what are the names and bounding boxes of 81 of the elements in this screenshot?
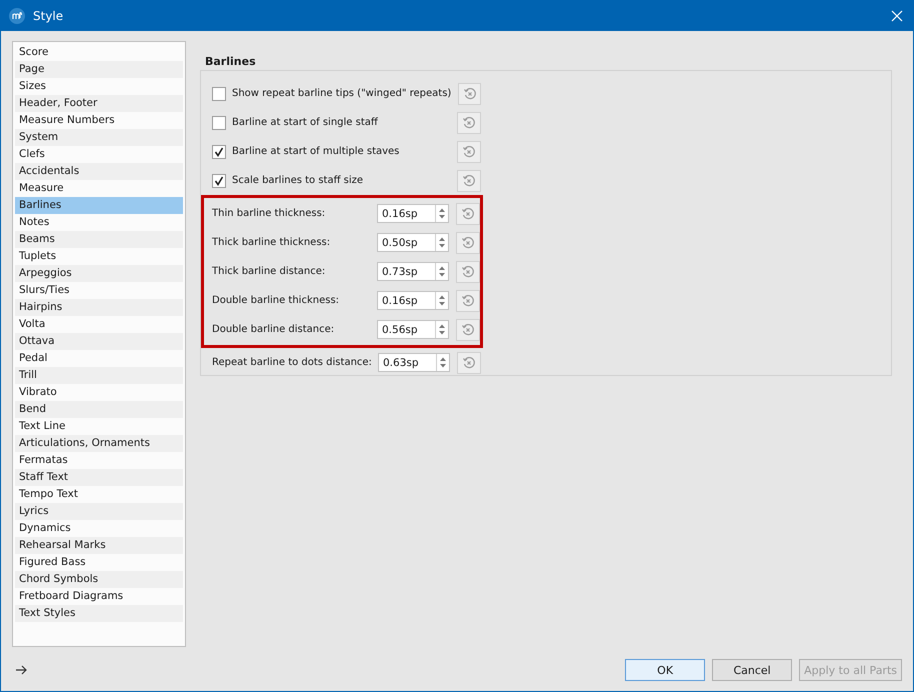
category-item[interactable]: Pedal [15,350,183,367]
spin-box[interactable]: 0.16sp [377,204,449,223]
reset-icon [461,236,475,250]
category-item[interactable]: Beams [15,231,183,248]
reset-button[interactable] [456,232,480,254]
checkbox-label: Barline at start of multiple staves [232,146,400,157]
category-item[interactable]: Figured Bass [15,554,183,571]
reset-button[interactable] [457,112,481,134]
category-item[interactable]: Text Styles [15,605,183,622]
checkbox[interactable] [212,86,226,100]
category-item[interactable]: Volta [15,316,183,333]
category-item[interactable]: Tuplets [15,248,183,265]
category-item[interactable]: Tempo Text [15,486,183,503]
reset-icon [461,206,475,220]
reset-button[interactable] [457,140,481,162]
setting-label: Repeat barline to dots distance: [212,357,373,368]
spin-box[interactable]: 0.50sp [377,233,449,252]
category-item[interactable]: Slurs/Ties [15,282,183,299]
spin-box[interactable]: 0.73sp [377,262,449,281]
dialog-button[interactable]: OK [625,659,706,681]
reset-icon [462,356,476,370]
reset-button[interactable] [456,290,480,312]
category-item[interactable]: Trill [15,367,183,384]
dialog-button[interactable]: Cancel [712,659,792,681]
setting-label: Thick barline distance: [212,266,326,277]
app-logo-icon [9,8,25,24]
arrow-right-icon[interactable] [15,665,27,675]
category-item[interactable]: Staff Text [15,469,183,486]
category-item[interactable]: Chord Symbols [15,571,183,588]
spin-box[interactable]: 0.63sp [378,353,450,372]
reset-icon [461,264,475,278]
category-item[interactable]: Hairpins [15,299,183,316]
reset-icon [462,86,477,100]
reset-button[interactable] [457,352,481,374]
reset-button[interactable] [456,318,480,340]
category-item[interactable]: Arpeggios [15,265,183,282]
category-item[interactable]: Articulations, Ornaments [15,435,183,452]
category-item[interactable]: Bend [15,401,183,418]
setting-label: Thick barline thickness: [212,237,332,248]
reset-button[interactable] [456,202,480,224]
checkbox-label: Show repeat barline tips ("winged" repeats) [232,88,452,99]
spin-box[interactable]: 0.16sp [377,291,449,310]
category-item[interactable]: Page [15,61,183,78]
close-icon[interactable] [891,10,903,22]
setting-label: Thin barline thickness: [212,208,326,219]
checkbox[interactable] [212,174,226,188]
category-item[interactable]: Clefs [15,146,183,163]
reset-button[interactable] [458,82,481,104]
category-item[interactable]: Fretboard Diagrams [15,588,183,605]
setting-label: Double barline distance: [212,324,336,335]
category-item[interactable]: Header, Footer [15,95,183,112]
section-title: Barlines [204,54,257,70]
category-item[interactable]: Measure [15,180,183,197]
category-item[interactable]: Notes [15,214,183,231]
category-item[interactable]: Text Line [15,418,183,435]
setting-label: Double barline thickness: [212,295,340,306]
reset-icon [462,174,476,188]
category-item[interactable]: Barlines [15,197,183,214]
spin-box[interactable]: 0.56sp [377,320,449,339]
category-item[interactable]: Measure Numbers [15,112,183,129]
category-item[interactable]: Rehearsal Marks [15,537,183,554]
checkbox[interactable] [212,116,226,130]
category-item[interactable]: System [15,129,183,146]
reset-button[interactable] [456,260,480,282]
reset-icon [462,144,476,158]
category-item[interactable]: Sizes [15,78,183,95]
reset-icon [461,294,475,308]
window-title: Style [33,8,64,22]
category-item[interactable]: Lyrics [15,503,183,520]
checkbox[interactable] [212,144,226,158]
category-item[interactable]: Fermatas [15,452,183,469]
reset-icon [461,322,475,336]
category-item[interactable]: Score [15,44,183,61]
reset-button[interactable] [457,170,481,192]
category-item[interactable]: Dynamics [15,520,183,537]
reset-icon [462,116,476,130]
checkbox-label: Barline at start of single staff [232,117,379,128]
category-item[interactable]: Vibrato [15,384,183,401]
category-item[interactable]: Ottava [15,333,183,350]
category-item[interactable]: Accidentals [15,163,183,180]
checkbox-label: Scale barlines to staff size [232,175,364,186]
